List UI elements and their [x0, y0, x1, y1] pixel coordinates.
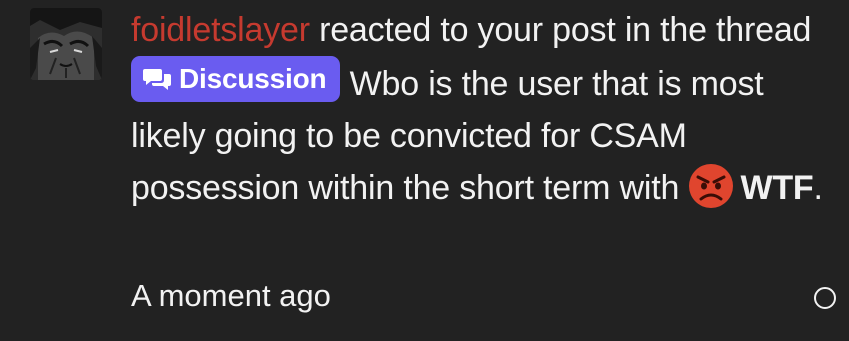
- alert-message: foidletslayer reacted to your post in th…: [131, 4, 831, 214]
- avatar[interactable]: [30, 8, 102, 80]
- reaction-label: WTF: [740, 169, 814, 207]
- thread-prefix-label: Discussion: [179, 63, 327, 94]
- reaction-suffix: .: [813, 169, 823, 207]
- username-link[interactable]: foidletslayer: [131, 11, 310, 49]
- alert-text-intro: reacted to your post in the thread: [319, 11, 812, 49]
- thread-prefix-badge[interactable]: Discussion: [131, 56, 341, 102]
- circle-outline-icon[interactable]: [814, 287, 836, 309]
- alert-item[interactable]: foidletslayer reacted to your post in th…: [0, 0, 849, 341]
- chat-bubbles-icon: [143, 69, 171, 90]
- alert-timestamp: A moment ago: [131, 278, 331, 313]
- angry-face-emoji: [689, 164, 734, 208]
- avatar-image: [30, 8, 102, 80]
- alert-text-with: with: [619, 169, 680, 207]
